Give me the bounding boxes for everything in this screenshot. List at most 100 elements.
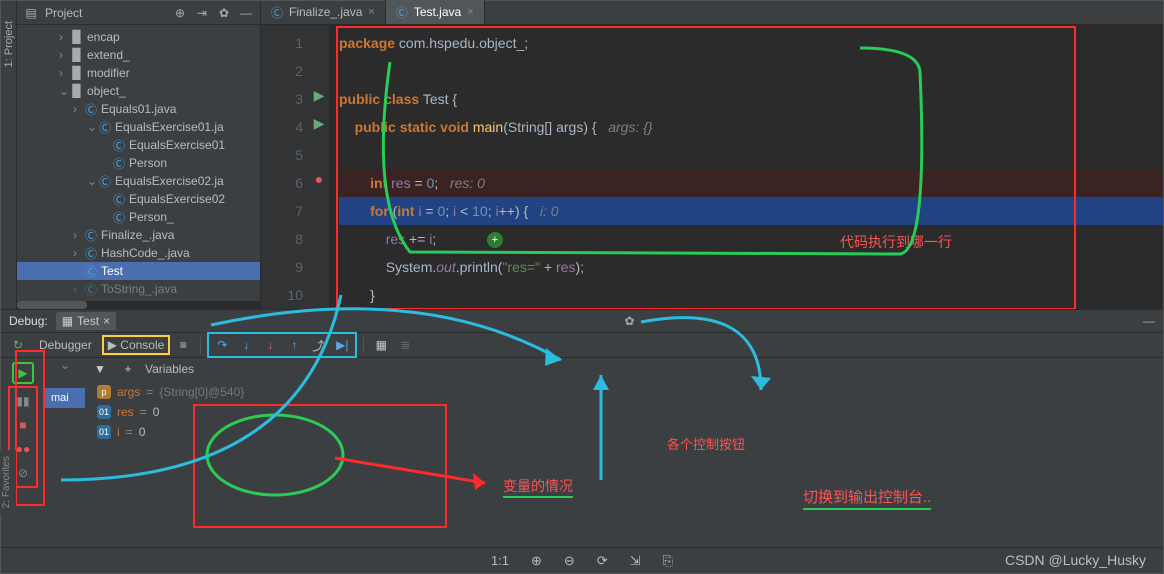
- tab-debugger[interactable]: Debugger: [31, 338, 100, 352]
- zoom-ratio[interactable]: 1:1: [491, 553, 509, 568]
- frame-row[interactable]: [45, 380, 85, 388]
- debug-toolbar: ↻ Debugger ▶ Console ≡ ↷ ↓ ↓ ↑ ⤴ ▶| ▦ ≣: [1, 332, 1163, 358]
- hide-icon[interactable]: —: [1143, 314, 1155, 328]
- annotation-text: 切换到输出控制台..: [803, 489, 931, 510]
- class-icon: Ⓒ: [396, 4, 408, 21]
- project-tool-tab[interactable]: 1: Project: [3, 21, 15, 67]
- debug-run-config-tab[interactable]: ▦ Test ×: [56, 312, 116, 330]
- gear-icon[interactable]: ✿: [625, 314, 635, 328]
- favorites-tool-tab[interactable]: 2: Favorites: [0, 450, 16, 514]
- variables-list[interactable]: pargs = {String[0]@540}01res = 001i = 0: [85, 380, 1163, 444]
- run-to-cursor-icon[interactable]: ▶|: [331, 334, 353, 356]
- class-icon: Ⓒ: [83, 101, 99, 118]
- threads-icon[interactable]: ≡: [172, 334, 194, 356]
- editor-tab[interactable]: ⒸFinalize_.java×: [261, 0, 386, 24]
- folder-icon: ▉: [69, 66, 85, 80]
- inline-run-icon[interactable]: +: [487, 232, 503, 248]
- rerun-icon[interactable]: ↻: [7, 334, 29, 356]
- var-type-icon: 01: [97, 405, 111, 419]
- line-number-gutter: 12345678910: [261, 25, 309, 309]
- close-icon[interactable]: ×: [103, 314, 110, 328]
- resume-icon[interactable]: ▶: [12, 362, 34, 384]
- tree-item[interactable]: ›ⒸFinalize_.java: [17, 226, 260, 244]
- chevron-down-icon[interactable]: ⌄: [45, 358, 85, 380]
- export-icon[interactable]: ⇲: [630, 553, 641, 569]
- close-icon[interactable]: ×: [368, 6, 374, 18]
- tree-item[interactable]: ⒸPerson_: [17, 208, 260, 226]
- export2-icon[interactable]: ⎘: [663, 553, 673, 569]
- locate-icon[interactable]: ⊕: [172, 6, 188, 20]
- variable-row[interactable]: 01i = 0: [97, 422, 1151, 442]
- project-panel: ▤ Project ⊕ ⇥ ✿ — ›▉encap›▉extend_›▉modi…: [17, 1, 261, 309]
- editor-tab[interactable]: ⒸTest.java×: [386, 0, 485, 24]
- horizontal-scrollbar[interactable]: [17, 301, 260, 309]
- tree-item[interactable]: ⒸEqualsExercise01: [17, 136, 260, 154]
- variables-title: Variables: [145, 362, 194, 376]
- folder-icon: ▉: [69, 30, 85, 44]
- tool-window-bar[interactable]: 1: Project: [1, 1, 17, 309]
- step-over-icon[interactable]: ↷: [211, 334, 233, 356]
- variable-row[interactable]: pargs = {String[0]@540}: [97, 382, 1151, 402]
- annotation-text: 变量的情况: [503, 478, 573, 498]
- class-icon: Ⓒ: [111, 155, 127, 172]
- annotation-text: 代码执行到哪一行: [840, 232, 952, 252]
- force-step-into-icon[interactable]: ↓: [259, 334, 281, 356]
- settings-icon[interactable]: ✿: [216, 6, 232, 20]
- folder-icon: ▉: [69, 48, 85, 62]
- refresh-icon[interactable]: ⟳: [597, 553, 608, 569]
- add-watch-icon[interactable]: +: [117, 358, 139, 380]
- hide-icon[interactable]: —: [238, 6, 254, 20]
- tree-item[interactable]: ⒸTest: [17, 262, 260, 280]
- tab-console[interactable]: ▶ Console: [102, 335, 171, 355]
- step-out-icon[interactable]: ↑: [283, 334, 305, 356]
- class-icon: Ⓒ: [97, 119, 113, 136]
- tree-item[interactable]: ⒸPerson: [17, 154, 260, 172]
- tree-item[interactable]: ›▉modifier: [17, 64, 260, 82]
- frame-row[interactable]: mai: [45, 388, 85, 408]
- class-icon: Ⓒ: [83, 245, 99, 262]
- tree-item[interactable]: ›▉encap: [17, 28, 260, 46]
- folder-icon: ▉: [69, 84, 85, 98]
- tree-item[interactable]: ›ⒸHashCode_.java: [17, 244, 260, 262]
- debug-title: Debug:: [9, 314, 48, 328]
- watermark: CSDN @Lucky_Husky: [1005, 552, 1146, 568]
- tree-item[interactable]: ⌄▉object_: [17, 82, 260, 100]
- tree-item[interactable]: ›ⒸEquals01.java: [17, 100, 260, 118]
- filter-icon[interactable]: ▼: [89, 358, 111, 380]
- class-icon: Ⓒ: [111, 137, 127, 154]
- variable-row[interactable]: 01res = 0: [97, 402, 1151, 422]
- tree-item[interactable]: ⌄ⒸEqualsExercise01.ja: [17, 118, 260, 136]
- class-icon: Ⓒ: [111, 191, 127, 208]
- collapse-icon[interactable]: ⇥: [194, 6, 210, 20]
- run-gutter-icon[interactable]: ▶: [309, 81, 329, 109]
- evaluate-icon[interactable]: ▦: [370, 334, 392, 356]
- stop-icon[interactable]: ■: [12, 414, 34, 436]
- tree-item[interactable]: ›▉extend_: [17, 46, 260, 64]
- project-title: Project: [45, 6, 166, 20]
- pause-icon[interactable]: ▮▮: [12, 390, 34, 412]
- step-into-icon[interactable]: ↓: [235, 334, 257, 356]
- project-view-icon[interactable]: ▤: [23, 6, 39, 20]
- close-icon[interactable]: ×: [467, 6, 473, 18]
- gutter-marks[interactable]: ▶ ▶ ●: [309, 25, 329, 309]
- zoom-in-icon[interactable]: ⊕: [531, 553, 542, 569]
- breakpoint-icon[interactable]: ●: [309, 165, 329, 193]
- application-icon: ▦: [62, 314, 73, 328]
- class-icon: Ⓒ: [271, 4, 283, 21]
- project-tree[interactable]: ›▉encap›▉extend_›▉modifier⌄▉object_›ⒸEqu…: [17, 25, 260, 309]
- class-icon: Ⓒ: [97, 173, 113, 190]
- var-type-icon: 01: [97, 425, 111, 439]
- code-editor[interactable]: package com.hspedu.object_; public class…: [329, 25, 1163, 309]
- class-icon: Ⓒ: [111, 209, 127, 226]
- status-bar: 1:1 ⊕ ⊖ ⟳ ⇲ ⎘: [1, 547, 1163, 573]
- trace-icon[interactable]: ≣: [394, 334, 416, 356]
- tree-item[interactable]: ⌄ⒸEqualsExercise02.ja: [17, 172, 260, 190]
- frames-panel[interactable]: ⌄ mai: [45, 358, 85, 547]
- run-gutter-icon[interactable]: ▶: [309, 109, 329, 137]
- tree-item[interactable]: ⒸEqualsExercise02: [17, 190, 260, 208]
- drop-frame-icon[interactable]: ⤴: [307, 334, 329, 356]
- tree-item[interactable]: ›ⒸToString_.java: [17, 280, 260, 298]
- zoom-out-icon[interactable]: ⊖: [564, 553, 575, 569]
- class-icon: Ⓒ: [83, 263, 99, 280]
- class-icon: Ⓒ: [83, 227, 99, 244]
